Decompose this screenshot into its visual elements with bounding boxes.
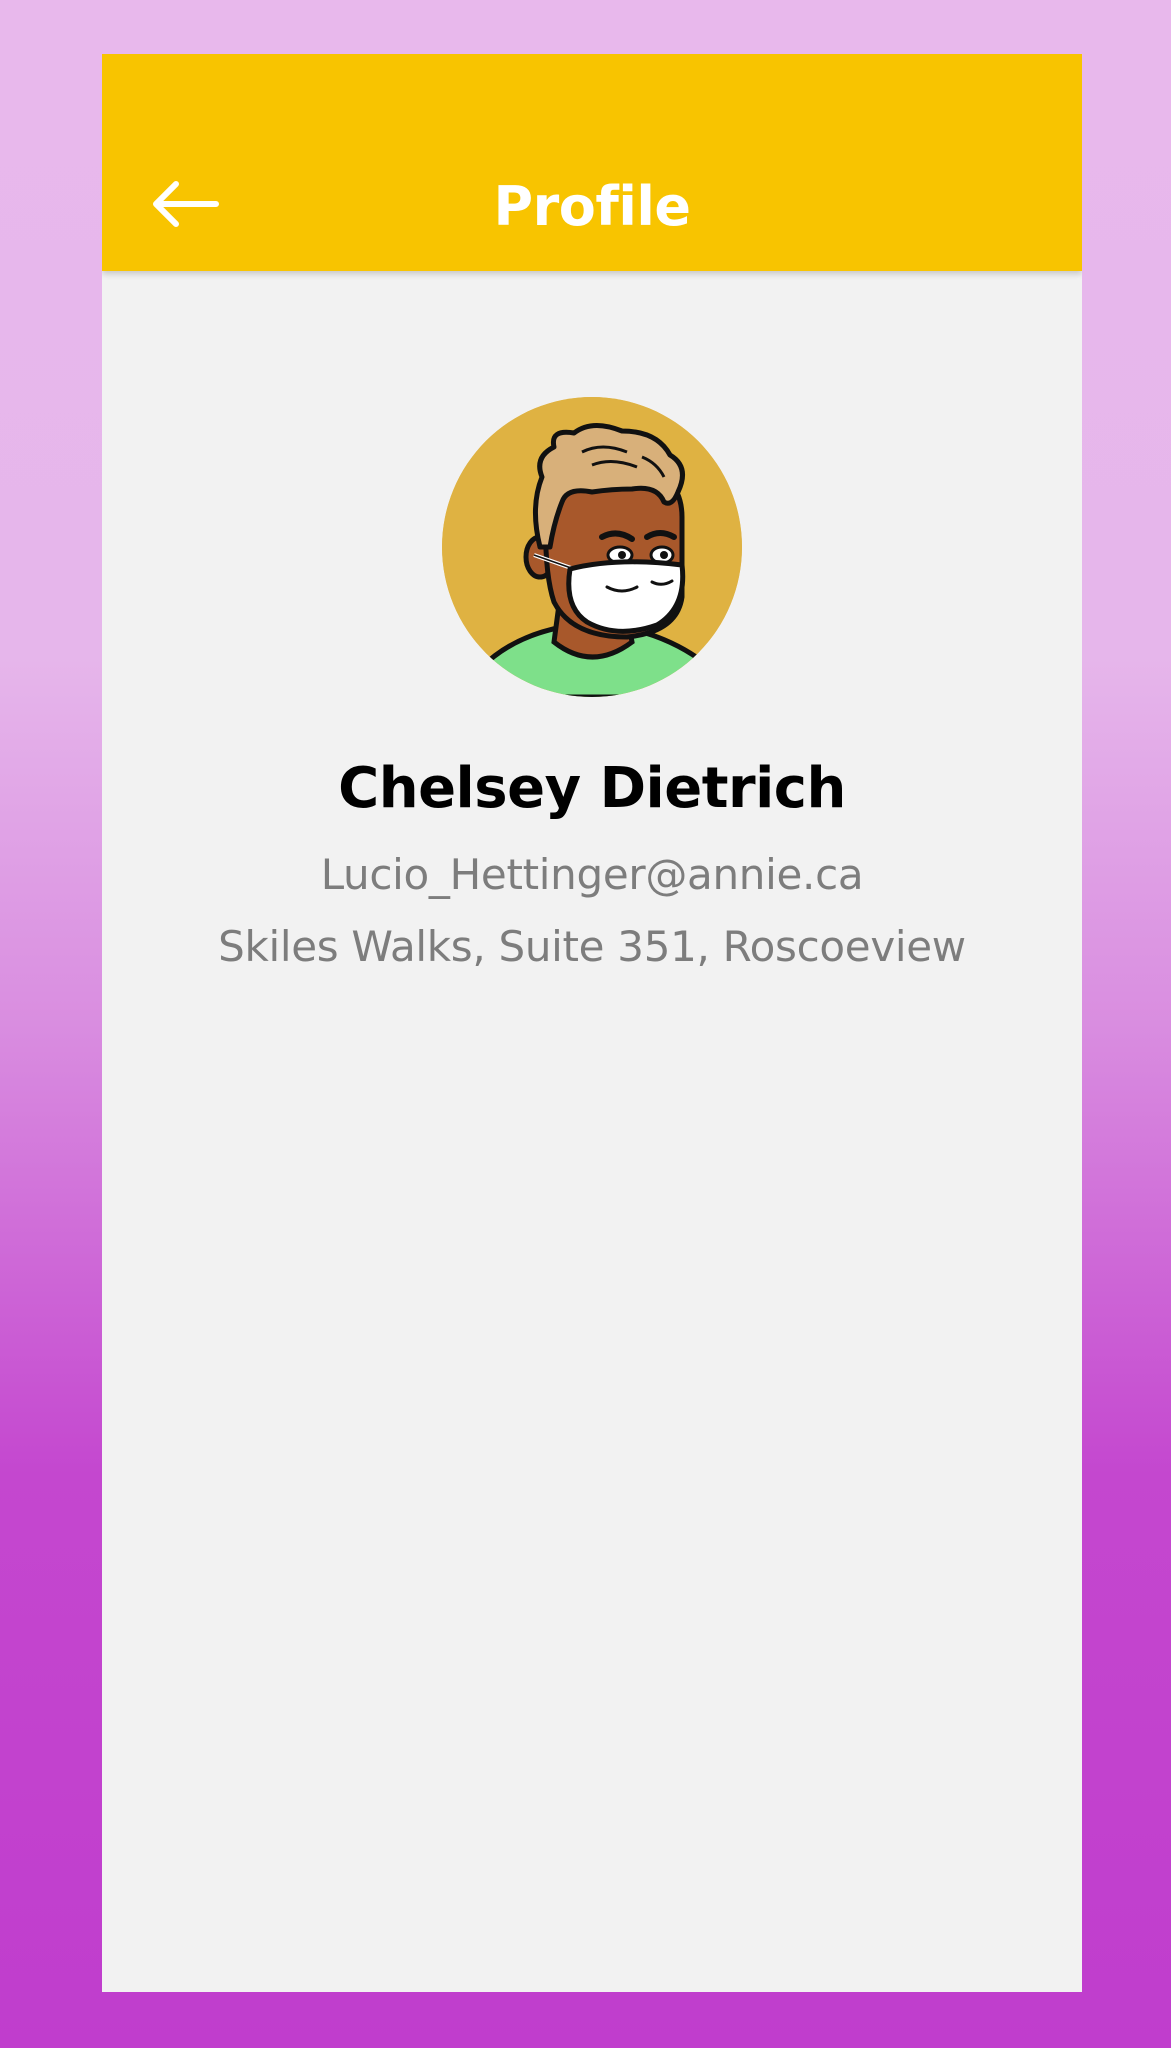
avatar: [442, 397, 742, 697]
profile-address: Skiles Walks, Suite 351, Roscoeview: [218, 922, 966, 971]
app-bar: Profile: [102, 54, 1082, 271]
profile-email: Lucio_Hettinger@annie.ca: [320, 850, 864, 899]
avatar-illustration-icon: [442, 397, 742, 697]
page-title: Profile: [493, 175, 691, 238]
profile-name: Chelsey Dietrich: [338, 756, 846, 821]
profile-screen: Profile Chelsey Dietrich Lucio_Hettinger…: [102, 54, 1082, 1992]
